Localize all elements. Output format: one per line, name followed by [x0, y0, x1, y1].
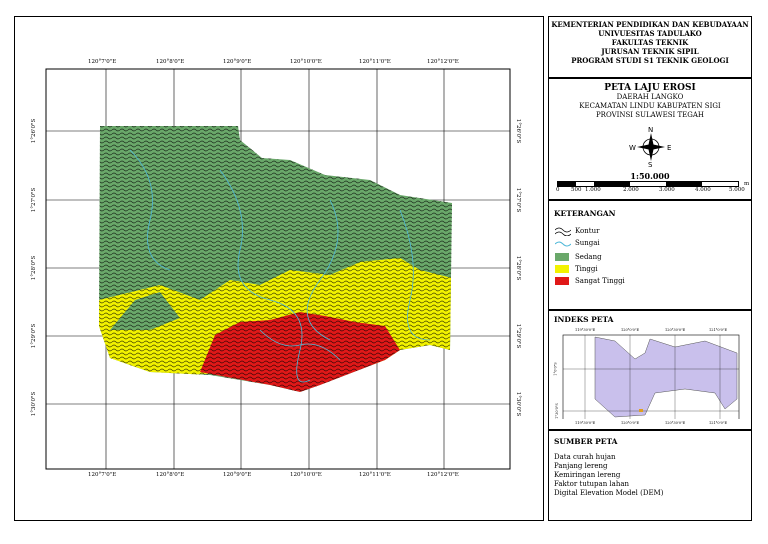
lon-label-top: 120°8'0"E [156, 59, 185, 65]
lon-label-top: 120°7'0"E [88, 59, 117, 65]
title-panel: PETA LAJU EROSI DAERAH LANGKO KECAMATAN … [548, 78, 752, 200]
legend-panel: KETERANGAN Kontur Sungai Sedang Tinggi S… [548, 200, 752, 310]
institution-line: KEMENTERIAN PENDIDIKAN DAN KEBUDAYAAN [551, 20, 749, 29]
lon-label-bottom: 120°9'0"E [223, 472, 252, 478]
contour-lines [99, 126, 452, 392]
index-side-label: 1°0'0"S [553, 362, 558, 376]
scale-tick: 2.000 [623, 187, 639, 193]
south-label: S [648, 161, 653, 167]
index-bottom-label: 121°0'0"E [709, 421, 728, 425]
north-label: N [648, 126, 653, 134]
lon-label-top: 120°10'0"E [290, 59, 322, 65]
scale-tick: 1.000 [585, 187, 601, 193]
lat-label-left: 1°30'0"S [31, 391, 37, 417]
lon-label-top: 120°9'0"E [223, 59, 252, 65]
lat-label-right: 1°29'0"S [515, 323, 521, 349]
scale-tick: 5.000 [729, 187, 745, 193]
scale-unit: m [744, 181, 750, 187]
lon-label-bottom: 120°12'0"E [427, 472, 459, 478]
scale-tick: 500 [571, 187, 582, 193]
source-item: Panjang lereng [554, 462, 608, 470]
lon-label-top: 120°11'0"E [359, 59, 391, 65]
scale-tick: 3.000 [659, 187, 675, 193]
legend-item-sungai: Sungai [555, 238, 600, 248]
index-bottom-label: 120°30'0"E [665, 421, 686, 425]
lon-label-top: 120°12'0"E [427, 59, 459, 65]
contour-line-icon [555, 227, 571, 236]
east-label: E [667, 144, 671, 152]
index-top-label: 121°0'0"E [709, 328, 728, 332]
index-map [562, 334, 740, 419]
scale-tick: 4.000 [695, 187, 711, 193]
legend-item-tinggi: Tinggi [555, 265, 598, 273]
lon-label-bottom: 120°10'0"E [290, 472, 322, 478]
legend-label: Sungai [575, 239, 600, 247]
index-map-heading: INDEKS PETA [554, 315, 614, 324]
tinggi-swatch [555, 265, 569, 273]
index-map-panel: INDEKS PETA 119°30'0"E 120°0'0"E 120°30'… [548, 310, 752, 430]
institution-panel: KEMENTERIAN PENDIDIKAN DAN KEBUDAYAAN UN… [548, 16, 752, 78]
lat-label-right: 1°30'0"S [515, 391, 521, 417]
legend-label: Sedang [575, 253, 602, 261]
index-bottom-label: 119°30'0"E [575, 421, 596, 425]
legend-label: Kontur [575, 227, 600, 235]
scale-ratio: 1:50.000 [630, 171, 670, 181]
source-item: Faktor tutupan lahan [554, 480, 630, 488]
lat-label-right: 1°27'0"S [515, 187, 521, 213]
lat-label-left: 1°28'0"S [31, 255, 37, 281]
legend-label: Sangat Tinggi [575, 277, 625, 285]
legend-item-sangat-tinggi: Sangat Tinggi [555, 277, 625, 285]
index-side-label: 1°30'0"S [554, 403, 559, 419]
legend-heading: KETERANGAN [554, 209, 616, 218]
legend-label: Tinggi [575, 265, 598, 273]
institution-line: UNIVUESITAS TADULAKO [598, 29, 702, 38]
lat-label-right: 1°26'0"S [515, 118, 521, 144]
index-top-label: 120°30'0"E [665, 328, 686, 332]
source-item: Kemiringan lereng [554, 471, 621, 479]
source-item: Digital Elevation Model (DEM) [554, 489, 664, 497]
legend-item-kontur: Kontur [555, 226, 599, 236]
north-arrow-icon: N S E W [629, 126, 671, 167]
scale-tick: 0 [556, 187, 560, 193]
map-subtitle: KECAMATAN LINDU KABUPATEN SIGI [579, 102, 721, 110]
index-top-label: 120°0'0"E [621, 328, 640, 332]
map-subtitle: PROVINSI SULAWESI TEGAH [595, 111, 705, 119]
institution-text: KEMENTERIAN PENDIDIKAN DAN KEBUDAYAAN UN… [549, 17, 751, 65]
lat-label-left: 1°26'0"S [31, 118, 37, 144]
lon-label-bottom: 120°7'0"E [88, 472, 117, 478]
sources-panel: SUMBER PETA Data curah hujan Panjang ler… [548, 430, 752, 521]
sangat-tinggi-swatch [555, 277, 569, 285]
sedang-swatch [555, 253, 569, 261]
source-item: Data curah hujan [554, 453, 616, 461]
lat-label-right: 1°28'0"S [515, 255, 521, 281]
lon-label-bottom: 120°8'0"E [156, 472, 185, 478]
institution-line: JURUSAN TEKNIK SIPIL [601, 47, 699, 56]
river-line-icon [555, 241, 571, 247]
legend-item-sedang: Sedang [555, 253, 602, 261]
index-bottom-label: 120°0'0"E [621, 421, 640, 425]
map-title: PETA LAJU EROSI [604, 83, 696, 93]
west-label: W [629, 144, 636, 152]
institution-line: FAKULTAS TEKNIK [611, 38, 689, 47]
index-top-label: 119°30'0"E [575, 328, 596, 332]
map-subtitle: DAERAH LANGKO [616, 93, 684, 101]
lon-label-bottom: 120°11'0"E [359, 472, 391, 478]
lat-label-left: 1°29'0"S [31, 323, 37, 349]
sources-heading: SUMBER PETA [554, 437, 618, 446]
lat-label-left: 1°27'0"S [31, 187, 37, 213]
institution-line: PROGRAM STUDI S1 TEKNIK GEOLOGI [571, 56, 729, 65]
